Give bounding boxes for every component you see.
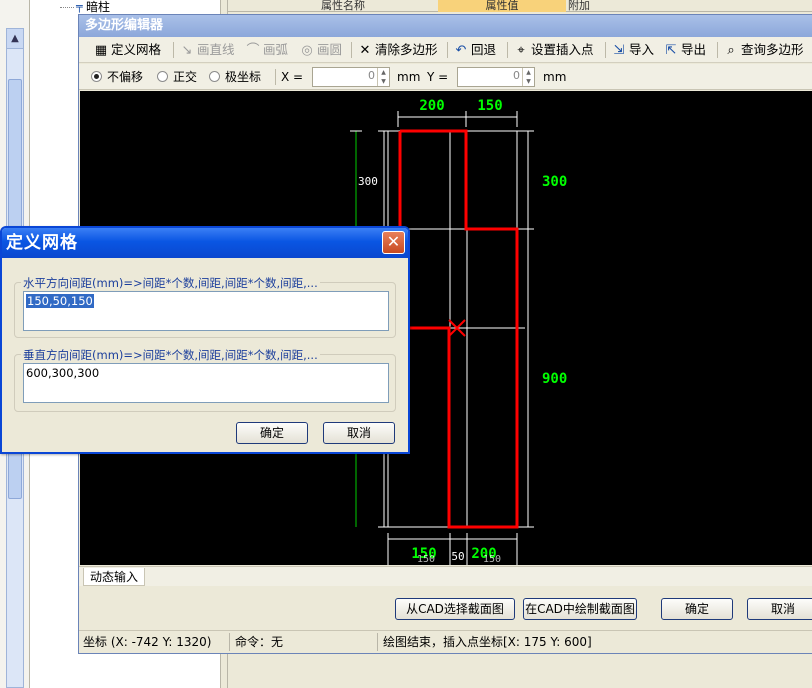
status-coordinates: 坐标 (X: -742 Y: 1320) [83,635,212,649]
set-insert-point-label: 设置插入点 [531,42,594,57]
draw-in-cad-button[interactable]: 在CAD中绘制截面图 [523,598,637,620]
property-grid-header: 属性名称 属性值 附加 [228,0,812,12]
query-polygon-label: 查询多边形 [741,42,804,57]
x-label: X = [281,70,304,84]
vertical-spacing-value: 600,300,300 [26,366,100,380]
draw-circle-label: 画圆 [317,42,343,57]
undo-label: 回退 [471,42,497,57]
line-icon: ↘ [181,43,193,58]
x-unit: mm [397,70,421,84]
dim-bottom-mid: 50 [451,550,464,563]
query-polygon-button[interactable]: ⌕ 查询多边形 [723,41,804,59]
radio-no-offset-label: 不偏移 [107,70,144,84]
editor-ok-button[interactable]: 确定 [661,598,733,620]
horizontal-spacing-label: 水平方向间距(mm)=>间距*个数,间距,间距*个数,间距,... [21,275,320,291]
spin-arrows-icon[interactable]: ▲ ▼ [377,68,389,86]
dim-bottom-left-small: 150 [417,554,435,565]
dialog-ok-button[interactable]: 确定 [236,422,308,444]
vertical-spacing-input[interactable]: 600,300,300 [23,363,389,403]
undo-icon: ↶ [455,43,467,58]
vertical-spacing-label: 垂直方向间距(mm)=>间距*个数,间距,间距*个数,间距,... [21,347,320,363]
undo-button[interactable]: ↶ 回退 [453,41,496,59]
horizontal-spacing-input[interactable]: 150,50,150 [23,291,389,331]
clear-polygon-button[interactable]: ✕ 清除多边形 [357,41,438,59]
radio-orthogonal[interactable]: 正交 [157,69,197,85]
export-button[interactable]: ⇱ 导出 [663,41,706,59]
radio-dot [91,71,102,82]
draw-arc-label: 画弧 [263,42,289,57]
select-from-cad-button[interactable]: 从CAD选择截面图 [395,598,515,620]
y-value: 0 [513,69,520,82]
import-icon: ⇲ [613,43,625,58]
dialog-titlebar[interactable]: 定义网格 ✕ [2,228,408,258]
editor-toolbar: ▦ 定义网格 ↘ 画直线 ⌒ 画弧 ◎ 画圆 ✕ 清除多边形 ↶ 回退 ⌖ 设置插入点 ⇲ 导入… [79,37,812,63]
cross-icon: ✕ [359,43,371,58]
screen: ▲ ╤ 暗柱 属性名称 属性值 附加 多边形编辑器 ▦ 定义网格 ↘ 画直线 ⌒ 画弧 … [0,0,812,688]
draw-line-label: 画直线 [197,42,235,57]
export-icon: ⇱ [665,43,677,58]
insert-point-icon: ⌖ [517,43,525,58]
dialog-cancel-button[interactable]: 取消 [323,422,395,444]
define-grid-dialog: 定义网格 ✕ 水平方向间距(mm)=>间距*个数,间距,间距*个数,间距,...… [0,226,410,454]
header-property-value: 属性值 [438,0,566,12]
y-coordinate-input[interactable]: 0 ▲ ▼ [457,67,535,87]
radio-no-offset[interactable]: 不偏移 [91,69,143,85]
draw-line-button[interactable]: ↘ 画直线 [179,41,235,59]
y-unit: mm [543,70,567,84]
horizontal-spacing-value: 150,50,150 [26,294,94,308]
dim-top-left: 200 [419,98,444,114]
dim-bottom-right-small: 150 [483,554,501,565]
define-grid-label: 定义网格 [111,42,162,57]
editor-cancel-button[interactable]: 取消 [747,598,812,620]
tree-node-icon: ╤ [76,0,83,13]
define-grid-button[interactable]: ▦ 定义网格 [93,41,161,59]
draw-arc-button[interactable]: ⌒ 画弧 [245,41,288,59]
spin-arrows-icon[interactable]: ▲ ▼ [522,68,534,86]
dim-left-small: 300 [358,175,378,188]
search-icon: ⌕ [727,43,735,58]
scroll-up-arrow-icon[interactable]: ▲ [7,29,23,49]
grid-icon: ▦ [94,43,108,58]
dim-top-right: 150 [477,98,502,114]
set-insert-point-button[interactable]: ⌖ 设置插入点 [513,41,594,59]
dialog-title: 定义网格 [6,233,78,253]
close-icon[interactable]: ✕ [382,231,405,254]
circle-icon: ◎ [301,43,313,58]
horizontal-spacing-group: 水平方向间距(mm)=>间距*个数,间距,间距*个数,间距,... 150,50… [14,275,396,338]
tree-item-anzhu[interactable]: ╤ 暗柱 [60,0,110,14]
radio-polar-label: 极坐标 [225,70,262,84]
coordinate-options-bar: 不偏移 正交 极坐标 X = 0 ▲ ▼ mm Y = 0 ▲ ▼ mm [79,64,812,90]
tree-item-label: 暗柱 [86,0,111,14]
dynamic-input-tabbar: 动态输入 [79,566,812,586]
export-label: 导出 [681,42,707,57]
radio-polar[interactable]: 极坐标 [209,69,261,85]
radio-dot [209,71,220,82]
header-property-name: 属性名称 [321,0,365,12]
vertical-spacing-group: 垂直方向间距(mm)=>间距*个数,间距,间距*个数,间距,... 600,30… [14,347,396,412]
draw-circle-button[interactable]: ◎ 画圆 [299,41,342,59]
x-coordinate-input[interactable]: 0 ▲ ▼ [312,67,390,87]
status-message: 绘图结束，插入点坐标[X: 175 Y: 600] [383,635,592,649]
radio-orthogonal-label: 正交 [173,70,198,84]
import-label: 导入 [629,42,655,57]
x-value: 0 [368,69,375,82]
clear-polygon-label: 清除多边形 [375,42,438,57]
import-button[interactable]: ⇲ 导入 [611,41,654,59]
status-command: 命令：无 [235,635,284,649]
dim-right-lower: 900 [542,371,567,387]
editor-title: 多边形编辑器 [79,15,812,37]
dim-right-upper: 300 [542,174,567,190]
y-label: Y = [427,70,449,84]
dynamic-input-tab[interactable]: 动态输入 [83,568,146,586]
header-extra: 附加 [568,0,590,12]
radio-dot [157,71,168,82]
status-bar: 坐标 (X: -742 Y: 1320) 命令：无 绘图结束，插入点坐标[X: … [79,630,812,652]
arc-icon: ⌒ [246,43,260,58]
